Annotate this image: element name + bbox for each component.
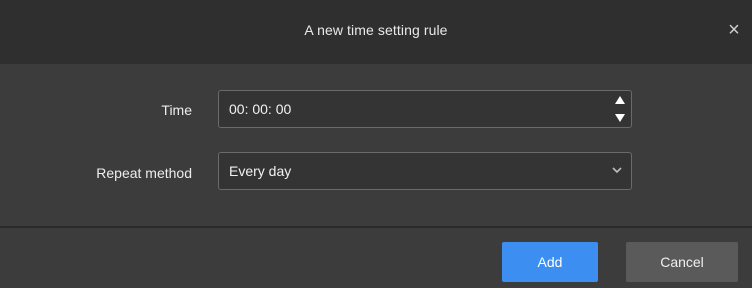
dialog-titlebar: A new time setting rule × bbox=[0, 0, 752, 64]
chevron-down-icon[interactable] bbox=[610, 163, 624, 177]
add-button[interactable]: Add bbox=[502, 242, 598, 282]
time-input[interactable]: 00: 00: 00 bbox=[218, 90, 632, 128]
dialog-title: A new time setting rule bbox=[304, 22, 448, 38]
time-rule-dialog: A new time setting rule × Time 00: 00: 0… bbox=[0, 0, 752, 288]
spin-down-icon[interactable] bbox=[614, 113, 626, 123]
repeat-method-select[interactable]: Every day bbox=[218, 152, 632, 190]
repeat-method-value: Every day bbox=[229, 163, 292, 179]
repeat-method-label: Repeat method bbox=[96, 165, 192, 181]
dialog-body bbox=[0, 64, 752, 226]
time-input-value: 00: 00: 00 bbox=[229, 101, 292, 117]
cancel-button[interactable]: Cancel bbox=[626, 242, 738, 282]
close-icon[interactable]: × bbox=[726, 20, 742, 40]
spin-up-icon[interactable] bbox=[614, 95, 626, 105]
time-label: Time bbox=[161, 102, 192, 118]
